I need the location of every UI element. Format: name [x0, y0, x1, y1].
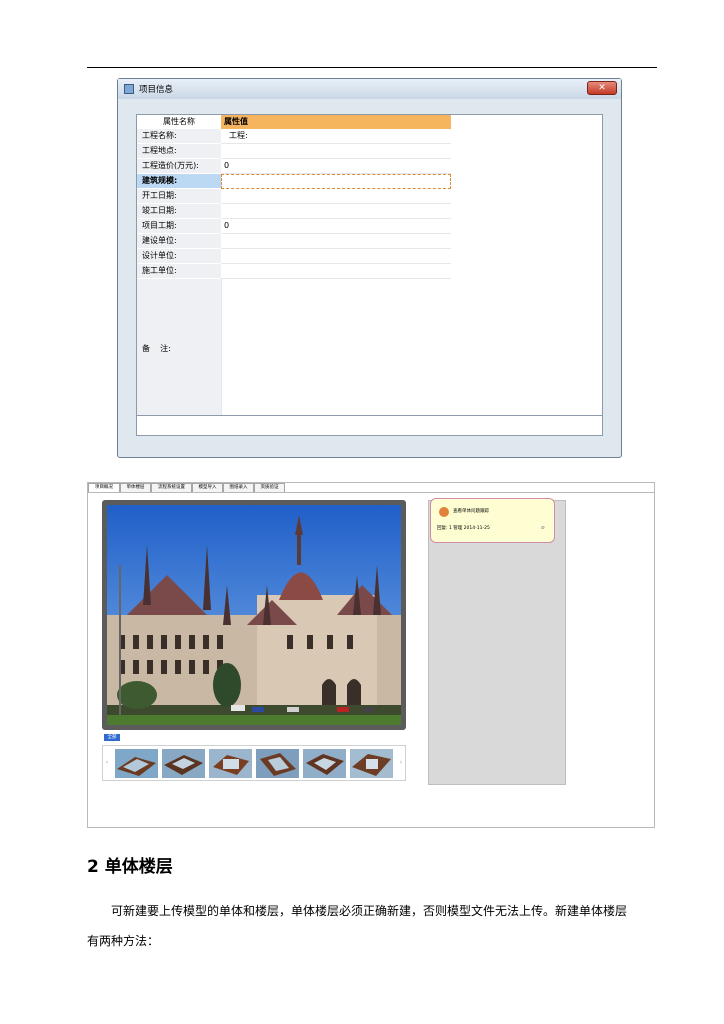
model-thumbnail[interactable] [209, 749, 252, 778]
thumbnail-strip: ‹ › [102, 745, 406, 781]
tab-qualification[interactable]: 资质验证 [254, 483, 285, 492]
property-value[interactable] [221, 189, 451, 204]
paragraph-line: 有两种方法： [87, 934, 160, 948]
column-header-value: 属性值 [221, 115, 451, 129]
property-value[interactable] [221, 174, 451, 189]
issue-note-card[interactable]: 查看单体问题跟踪 回复: 1 管理 2014-11-25 ⌀ [430, 498, 555, 543]
property-row[interactable]: 设计单位: [137, 249, 451, 264]
tab-workflow-settings[interactable]: 流程系统设置 [151, 483, 192, 492]
property-row[interactable]: 工程造价(万元): 0 [137, 159, 451, 174]
property-row[interactable]: 开工日期: [137, 189, 451, 204]
chevron-left-icon[interactable]: ‹ [103, 746, 111, 780]
property-value[interactable]: 0 [221, 219, 451, 234]
property-row[interactable]: 工程名称: 工程: [137, 129, 451, 144]
property-row-selected[interactable]: 建筑规模: [137, 174, 451, 189]
property-value[interactable]: 0 [221, 159, 451, 174]
remark-textarea[interactable] [221, 279, 452, 415]
property-value[interactable]: 工程: [221, 129, 451, 144]
dialog-title-bar: 项目信息 ✕ [118, 79, 621, 99]
property-row[interactable]: 施工单位: [137, 264, 451, 279]
dialog-title: 项目信息 [139, 85, 174, 95]
model-thumbnail[interactable] [162, 749, 205, 778]
attachment-icon[interactable]: ⌀ [541, 524, 545, 531]
chevron-right-icon[interactable]: › [397, 746, 405, 780]
tab-project-overview[interactable]: 项目概况 [88, 483, 120, 492]
tab-model-import[interactable]: 模型导入 [192, 483, 223, 492]
property-row[interactable]: 竣工日期: [137, 204, 451, 219]
property-name: 建设单位: [137, 234, 221, 249]
property-name: 开工日期: [137, 189, 221, 204]
column-header-name: 属性名称 [137, 115, 221, 129]
note-meta: 回复: 1 管理 2014-11-25 [437, 526, 490, 531]
header-rule [87, 67, 657, 68]
property-value[interactable] [221, 234, 451, 249]
property-row[interactable]: 工程地点: [137, 144, 451, 159]
paragraph-line: 可新建要上传模型的单体和楼层，单体楼层必须正确新建，否则模型文件无法上传。新建单… [111, 904, 628, 918]
project-overview-panel: 项目概况 单体楼层 流程系统设置 模型导入 图纸录入 资质验证 全部 ‹ › 查… [87, 482, 655, 828]
property-value[interactable] [221, 144, 451, 159]
property-name: 工程名称: [137, 129, 221, 144]
model-thumbnail[interactable] [350, 749, 393, 778]
property-name: 工程地点: [137, 144, 221, 159]
project-photo [107, 505, 401, 725]
property-value[interactable] [221, 249, 451, 264]
remark-name-cell: 备 注: [137, 279, 221, 415]
thumbnail-filter-label[interactable]: 全部 [104, 734, 120, 741]
property-row[interactable]: 建设单位: [137, 234, 451, 249]
property-row[interactable]: 项目工期: 0 [137, 219, 451, 234]
property-name: 项目工期: [137, 219, 221, 234]
model-thumbnail[interactable] [256, 749, 299, 778]
divider [137, 415, 602, 416]
close-button[interactable]: ✕ [587, 81, 617, 95]
note-title[interactable]: 查看单体问题跟踪 [453, 508, 489, 514]
section-heading: 2 单体楼层 [87, 857, 173, 877]
project-info-dialog: 项目信息 ✕ 属性名称 属性值 工程名称: 工程: 工程地点: 工程造价(万元)… [117, 78, 622, 458]
property-grid: 属性名称 属性值 工程名称: 工程: 工程地点: 工程造价(万元): 0 建筑规… [136, 114, 603, 436]
model-thumbnail[interactable] [115, 749, 158, 778]
remark-label: 备 注: [142, 344, 171, 353]
property-name: 设计单位: [137, 249, 221, 264]
tab-units-floors[interactable]: 单体楼层 [120, 483, 151, 492]
project-photo-frame [102, 500, 406, 730]
property-name: 建筑规模: [137, 174, 221, 189]
app-icon [124, 84, 134, 94]
property-value[interactable] [221, 264, 451, 279]
property-value[interactable] [221, 204, 451, 219]
tab-drawing-entry[interactable]: 图纸录入 [223, 483, 254, 492]
user-icon [439, 507, 449, 517]
tab-bar: 项目概况 单体楼层 流程系统设置 模型导入 图纸录入 资质验证 [88, 483, 654, 493]
model-thumbnail[interactable] [303, 749, 346, 778]
property-name: 工程造价(万元): [137, 159, 221, 174]
property-name: 竣工日期: [137, 204, 221, 219]
property-name: 施工单位: [137, 264, 221, 279]
